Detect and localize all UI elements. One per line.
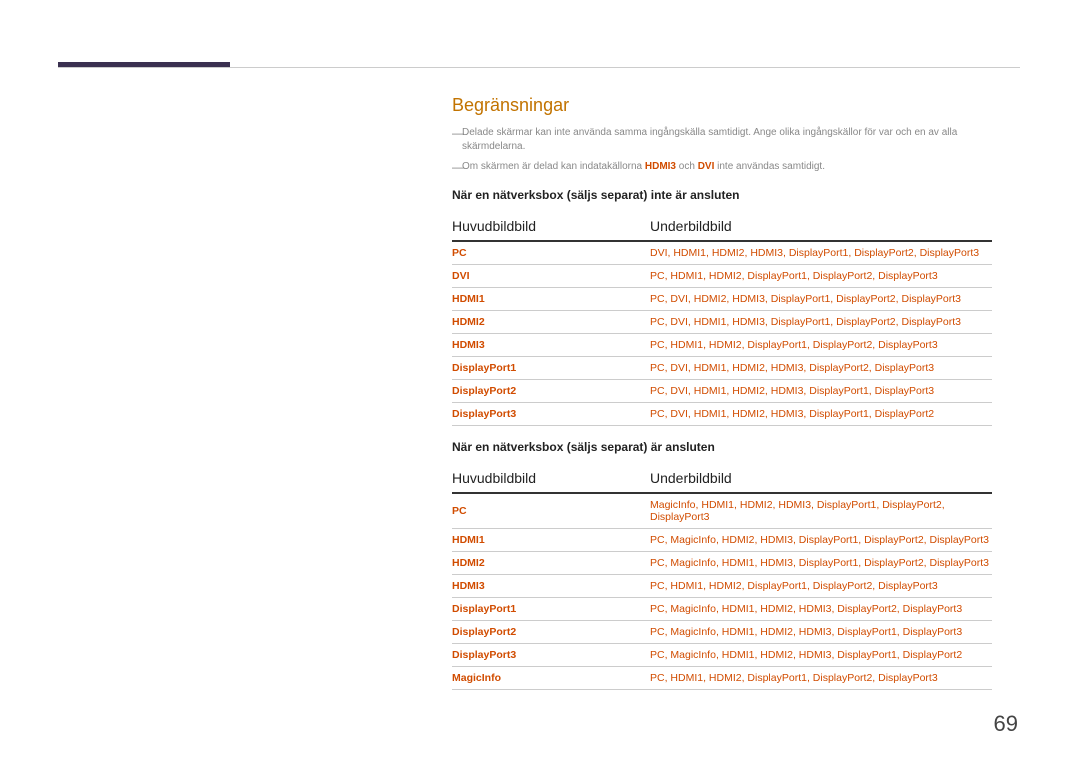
main-source: HDMI1 bbox=[452, 529, 650, 552]
table-caption: När en nätverksbox (säljs separat) inte … bbox=[452, 188, 992, 202]
main-source: PC bbox=[452, 493, 650, 529]
main-source: PC bbox=[452, 241, 650, 265]
sub-sources: PC, HDMI1, HDMI2, DisplayPort1, DisplayP… bbox=[650, 575, 992, 598]
main-source: DisplayPort3 bbox=[452, 403, 650, 426]
sub-sources: PC, MagicInfo, HDMI1, HDMI2, HDMI3, Disp… bbox=[650, 598, 992, 621]
note-text: Delade skärmar kan inte använda samma in… bbox=[462, 126, 992, 154]
sub-sources: PC, MagicInfo, HDMI1, HDMI2, HDMI3, Disp… bbox=[650, 644, 992, 667]
main-source: DisplayPort1 bbox=[452, 357, 650, 380]
table-row: DisplayPort2PC, MagicInfo, HDMI1, HDMI2,… bbox=[452, 621, 992, 644]
sub-sources: MagicInfo, HDMI1, HDMI2, HDMI3, DisplayP… bbox=[650, 493, 992, 529]
sub-sources: PC, MagicInfo, HDMI1, HDMI2, HDMI3, Disp… bbox=[650, 621, 992, 644]
table-row: HDMI2PC, MagicInfo, HDMI1, HDMI3, Displa… bbox=[452, 552, 992, 575]
table-row: HDMI3PC, HDMI1, HDMI2, DisplayPort1, Dis… bbox=[452, 334, 992, 357]
sub-sources: PC, DVI, HDMI2, HDMI3, DisplayPort1, Dis… bbox=[650, 288, 992, 311]
sub-sources: DVI, HDMI1, HDMI2, HDMI3, DisplayPort1, … bbox=[650, 241, 992, 265]
col-sub: Underbildbild bbox=[650, 212, 992, 241]
sub-sources: PC, MagicInfo, HDMI1, HDMI3, DisplayPort… bbox=[650, 552, 992, 575]
table-row: HDMI1PC, MagicInfo, HDMI2, HDMI3, Displa… bbox=[452, 529, 992, 552]
content-area: Begränsningar ― Delade skärmar kan inte … bbox=[452, 95, 992, 690]
compatibility-table-2: Huvudbildbild Underbildbild PCMagicInfo,… bbox=[452, 464, 992, 690]
col-main: Huvudbildbild bbox=[452, 212, 650, 241]
main-source: HDMI3 bbox=[452, 334, 650, 357]
dash-icon: ― bbox=[452, 160, 462, 174]
main-source: MagicInfo bbox=[452, 667, 650, 690]
table-row: DisplayPort1PC, DVI, HDMI1, HDMI2, HDMI3… bbox=[452, 357, 992, 380]
main-source: HDMI1 bbox=[452, 288, 650, 311]
sub-sources: PC, HDMI1, HDMI2, DisplayPort1, DisplayP… bbox=[650, 265, 992, 288]
main-source: HDMI2 bbox=[452, 311, 650, 334]
table-row: DVIPC, HDMI1, HDMI2, DisplayPort1, Displ… bbox=[452, 265, 992, 288]
table-row: DisplayPort3PC, MagicInfo, HDMI1, HDMI2,… bbox=[452, 644, 992, 667]
compatibility-table-1: Huvudbildbild Underbildbild PCDVI, HDMI1… bbox=[452, 212, 992, 426]
col-sub: Underbildbild bbox=[650, 464, 992, 493]
sub-sources: PC, MagicInfo, HDMI2, HDMI3, DisplayPort… bbox=[650, 529, 992, 552]
main-source: DisplayPort1 bbox=[452, 598, 650, 621]
sub-sources: PC, DVI, HDMI1, HDMI3, DisplayPort1, Dis… bbox=[650, 311, 992, 334]
table-caption: När en nätverksbox (säljs separat) är an… bbox=[452, 440, 992, 454]
sub-sources: PC, DVI, HDMI1, HDMI2, HDMI3, DisplayPor… bbox=[650, 403, 992, 426]
sub-sources: PC, HDMI1, HDMI2, DisplayPort1, DisplayP… bbox=[650, 334, 992, 357]
note-item: ― Delade skärmar kan inte använda samma … bbox=[452, 126, 992, 154]
note-text: Om skärmen är delad kan indatakällorna H… bbox=[462, 160, 992, 174]
header-rule bbox=[58, 67, 1020, 68]
table-row: DisplayPort1PC, MagicInfo, HDMI1, HDMI2,… bbox=[452, 598, 992, 621]
table-row: PCDVI, HDMI1, HDMI2, HDMI3, DisplayPort1… bbox=[452, 241, 992, 265]
page-number: 69 bbox=[994, 711, 1018, 737]
main-source: DVI bbox=[452, 265, 650, 288]
main-source: DisplayPort3 bbox=[452, 644, 650, 667]
sub-sources: PC, DVI, HDMI1, HDMI2, HDMI3, DisplayPor… bbox=[650, 380, 992, 403]
table-row: DisplayPort3PC, DVI, HDMI1, HDMI2, HDMI3… bbox=[452, 403, 992, 426]
main-source: DisplayPort2 bbox=[452, 380, 650, 403]
section-title: Begränsningar bbox=[452, 95, 992, 116]
dash-icon: ― bbox=[452, 126, 462, 154]
table-row: DisplayPort2PC, DVI, HDMI1, HDMI2, HDMI3… bbox=[452, 380, 992, 403]
main-source: HDMI3 bbox=[452, 575, 650, 598]
note-item: ― Om skärmen är delad kan indatakällorna… bbox=[452, 160, 992, 174]
table-row: HDMI3PC, HDMI1, HDMI2, DisplayPort1, Dis… bbox=[452, 575, 992, 598]
main-source: HDMI2 bbox=[452, 552, 650, 575]
table-row: HDMI1PC, DVI, HDMI2, HDMI3, DisplayPort1… bbox=[452, 288, 992, 311]
sub-sources: PC, HDMI1, HDMI2, DisplayPort1, DisplayP… bbox=[650, 667, 992, 690]
col-main: Huvudbildbild bbox=[452, 464, 650, 493]
main-source: DisplayPort2 bbox=[452, 621, 650, 644]
table-row: PCMagicInfo, HDMI1, HDMI2, HDMI3, Displa… bbox=[452, 493, 992, 529]
table-row: HDMI2PC, DVI, HDMI1, HDMI3, DisplayPort1… bbox=[452, 311, 992, 334]
table-row: MagicInfoPC, HDMI1, HDMI2, DisplayPort1,… bbox=[452, 667, 992, 690]
sub-sources: PC, DVI, HDMI1, HDMI2, HDMI3, DisplayPor… bbox=[650, 357, 992, 380]
